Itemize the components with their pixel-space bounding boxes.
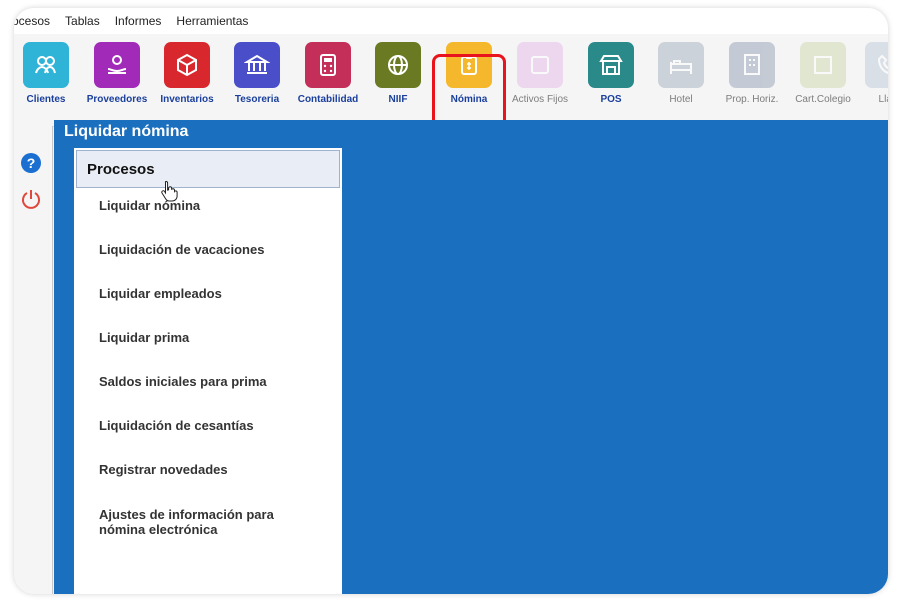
activos-fijos-button[interactable]: Activos Fijos [504,42,576,116]
pos-button[interactable]: POS [575,42,647,116]
school-icon [800,42,846,88]
power-icon [22,190,40,209]
activos-fijos-label: Activos Fijos [511,94,569,105]
contabilidad-button[interactable]: Contabilidad [292,42,364,116]
niif-button[interactable]: NIIF [362,42,434,116]
app-window: ocesos Tablas Informes Herramientas Clie… [14,8,888,594]
pos-icon [588,42,634,88]
tesoreria-button[interactable]: Tesoreria [221,42,293,116]
inventarios-button[interactable]: Inventarios [151,42,223,116]
clientes-label: Clientes [26,94,66,105]
menu-item-liquidar-empleados[interactable]: Liquidar empleados [99,286,329,301]
page-title: Liquidar nómina [64,123,189,140]
hand-cursor-icon [160,180,178,207]
menu-herramientas[interactable]: Herramientas [169,14,256,28]
menu-item-liquidar-prima[interactable]: Liquidar prima [99,330,329,345]
help-icon: ? [21,153,41,173]
cart-colegio-label: Cart.Colegio [795,94,851,105]
proveedores-button[interactable]: Proveedores [81,42,153,116]
building-icon [729,42,775,88]
menu-item-ajustes-nomina-electronica[interactable]: Ajustes de información para nómina elect… [99,507,299,537]
menu-tablas[interactable]: Tablas [58,14,108,28]
help-button[interactable]: ? [18,150,44,176]
hotel-icon [658,42,704,88]
proveedores-label: Proveedores [86,94,148,105]
prop-horiz-button[interactable]: Prop. Horiz. [716,42,788,116]
inventory-icon [164,42,210,88]
process-panel: Procesos Liquidar nómina Liquidación de … [74,148,342,594]
menu-procesos[interactable]: ocesos [14,14,58,28]
suppliers-icon [94,42,140,88]
hotel-label: Hotel [669,94,693,105]
menu-item-liquidacion-cesantias[interactable]: Liquidación de cesantías [99,418,329,433]
niif-label: NIIF [388,94,408,105]
menu-bar: ocesos Tablas Informes Herramientas [14,8,888,34]
contabilidad-label: Contabilidad [297,94,359,105]
phone-icon [865,42,888,88]
menu-item-liquidar-nomina[interactable]: Liquidar nómina [99,198,329,213]
treasury-icon [234,42,280,88]
pos-label: POS [600,94,622,105]
menu-informes[interactable]: Informes [108,14,170,28]
menu-item-saldos-iniciales-prima[interactable]: Saldos iniciales para prima [99,374,329,389]
panel-header[interactable]: Procesos [76,150,340,188]
svg-text:?: ? [27,155,36,171]
globe-icon [375,42,421,88]
accounting-icon [305,42,351,88]
llamadas-button[interactable]: Llan [852,42,888,116]
module-toolbar: Clientes Proveedores Inventarios Tesorer… [14,34,888,138]
power-button[interactable] [18,186,44,212]
tesoreria-label: Tesoreria [234,94,280,105]
clients-icon [23,42,69,88]
inventarios-label: Inventarios [160,94,214,105]
main-area: Liquidar nómina Procesos Liquidar nómina… [54,120,888,594]
left-side-strip: ? [14,126,53,594]
llamadas-label: Llan [878,94,888,105]
menu-item-registrar-novedades[interactable]: Registrar novedades [99,462,329,477]
hotel-button[interactable]: Hotel [645,42,717,116]
clientes-button[interactable]: Clientes [14,42,82,116]
fixed-assets-icon [517,42,563,88]
cart-colegio-button[interactable]: Cart.Colegio [787,42,859,116]
prop-horiz-label: Prop. Horiz. [725,94,779,105]
menu-item-liquidacion-vacaciones[interactable]: Liquidación de vacaciones [99,242,329,257]
